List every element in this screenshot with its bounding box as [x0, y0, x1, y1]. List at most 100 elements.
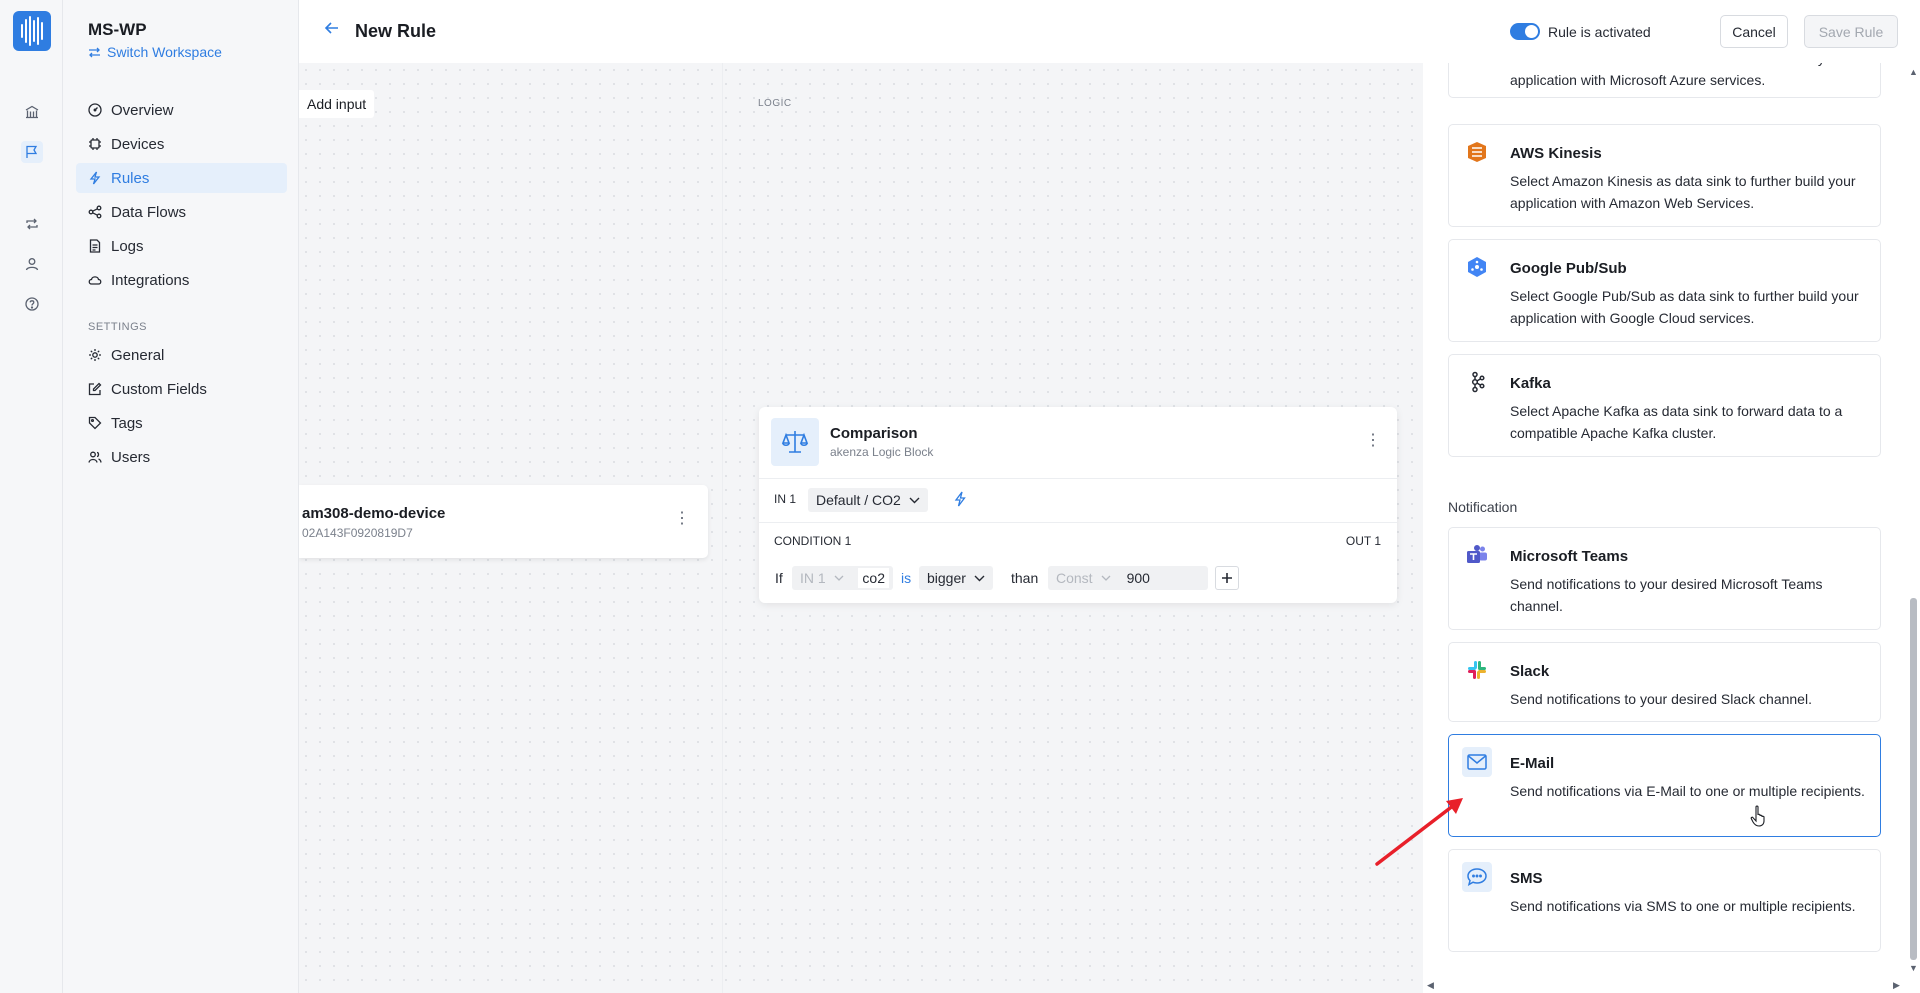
aws-kinesis-icon: [1462, 137, 1492, 167]
sidebar-item-rules[interactable]: Rules: [76, 163, 287, 193]
operator-select[interactable]: bigger: [919, 566, 993, 590]
operand-select[interactable]: IN 1 co2: [792, 566, 893, 590]
document-icon: [89, 239, 101, 253]
google-pubsub-card[interactable]: Google Pub/Sub Select Google Pub/Sub as …: [1448, 239, 1881, 342]
scroll-down-icon[interactable]: ▼: [1909, 963, 1918, 973]
sidebar-item-tags[interactable]: Tags: [76, 408, 287, 438]
const-select[interactable]: Const 900: [1048, 566, 1208, 590]
integration-description: Send notifications via E-Mail to one or …: [1510, 783, 1865, 799]
divider: [759, 522, 1397, 523]
scroll-up-icon[interactable]: ▲: [1909, 67, 1918, 77]
sidebar-item-label: Logs: [111, 237, 144, 255]
back-arrow-icon[interactable]: [324, 20, 340, 40]
cloud-icon: [88, 276, 102, 285]
aws-kinesis-card[interactable]: AWS Kinesis Select Amazon Kinesis as dat…: [1448, 124, 1881, 227]
sidebar-item-label: Data Flows: [111, 203, 187, 221]
add-condition-button[interactable]: [1215, 566, 1239, 590]
sidebar-item-users[interactable]: Users: [76, 442, 287, 472]
page-title: New Rule: [355, 21, 437, 41]
chevron-down-icon: [909, 497, 920, 503]
integration-description: Send notifications to your desired Slack…: [1510, 691, 1812, 707]
sidebar-item-label: Custom Fields: [111, 380, 207, 398]
save-rule-button[interactable]: Save Rule: [1804, 15, 1898, 48]
const-type: Const: [1056, 570, 1093, 586]
integration-title: Kafka: [1510, 375, 1551, 392]
operator-value: bigger: [927, 570, 966, 586]
lightning-icon[interactable]: [954, 491, 966, 511]
if-label: If: [775, 570, 783, 586]
sidebar-item-label: Integrations: [111, 271, 190, 289]
sidebar-item-overview[interactable]: Overview: [76, 95, 287, 125]
scroll-right-icon[interactable]: ▶: [1893, 980, 1900, 991]
sidebar-item-integrations[interactable]: Integrations: [76, 265, 287, 295]
than-label: than: [1011, 570, 1039, 586]
kafka-icon: [1462, 367, 1492, 397]
azure-iot-hub-card[interactable]: Select Azure IoT Hub as data sink to fur…: [1448, 63, 1881, 98]
gauge-icon: [88, 103, 102, 117]
integration-title: Slack: [1510, 663, 1550, 680]
const-value[interactable]: 900: [1119, 568, 1158, 588]
kafka-card[interactable]: Kafka Select Apache Kafka as data sink t…: [1448, 354, 1881, 457]
condition-label: CONDITION 1: [774, 534, 852, 548]
google-pubsub-icon: [1462, 252, 1492, 282]
chip-icon: [89, 138, 101, 150]
sidebar-item-general[interactable]: General: [76, 340, 287, 370]
device-name: am308-demo-device: [302, 505, 446, 522]
sidebar-item-devices[interactable]: Devices: [76, 129, 287, 159]
help-icon[interactable]: [21, 293, 43, 315]
user-icon[interactable]: [21, 253, 43, 275]
microsoft-teams-card[interactable]: Microsoft Teams Send notifications to yo…: [1448, 527, 1881, 630]
in1-label: IN 1: [774, 492, 797, 506]
chevron-down-icon: [1101, 575, 1111, 581]
workspace-name: MS-WP: [88, 20, 147, 39]
integration-description: Select Google Pub/Sub as data sink to fu…: [1510, 288, 1859, 326]
integration-title: Microsoft Teams: [1510, 548, 1629, 565]
comparison-menu-icon[interactable]: ⋮: [1365, 433, 1381, 449]
slack-card[interactable]: Slack Send notifications to your desired…: [1448, 642, 1881, 722]
divider: [759, 478, 1397, 479]
scroll-left-icon[interactable]: ◀: [1427, 980, 1434, 991]
scrollbar-thumb[interactable]: [1910, 598, 1917, 960]
is-label: is: [901, 570, 912, 586]
device-id: 02A143F0920819D7: [302, 526, 413, 540]
comparison-logic-block[interactable]: Comparison akenza Logic Block ⋮ IN 1 Def…: [759, 407, 1397, 603]
comparison-subtitle: akenza Logic Block: [830, 445, 934, 459]
home-icon[interactable]: [21, 101, 43, 123]
operand-source: IN 1: [800, 570, 826, 586]
rule-active-label: Rule is activated: [1548, 24, 1651, 40]
mail-icon: [1462, 747, 1492, 777]
sidebar-item-label: Tags: [111, 414, 143, 432]
switch-icon: [89, 47, 100, 57]
edit-icon: [88, 382, 102, 396]
device-menu-icon[interactable]: ⋮: [674, 511, 690, 527]
sidebar-item-custom-fields[interactable]: Custom Fields: [76, 374, 287, 404]
repeat-icon[interactable]: [21, 213, 43, 235]
flag-icon[interactable]: [21, 141, 43, 163]
integration-description: Select Apache Kafka as data sink to forw…: [1510, 403, 1843, 441]
input-select-value: Default / CO2: [816, 492, 901, 508]
device-input-card[interactable]: am308-demo-device 02A143F0920819D7 ⋮: [299, 485, 708, 558]
rule-canvas[interactable]: Add input LOGIC am308-demo-device 02A143…: [299, 63, 1423, 993]
input-select[interactable]: Default / CO2: [808, 488, 928, 512]
cancel-button[interactable]: Cancel: [1720, 15, 1788, 48]
hand-cursor-icon: [1750, 805, 1765, 827]
switch-workspace-link[interactable]: Switch Workspace: [88, 44, 222, 60]
sidebar-item-label: Rules: [111, 169, 150, 187]
add-input-button[interactable]: Add input: [299, 90, 375, 118]
notification-section-header: Notification: [1448, 499, 1518, 515]
operand-field: co2: [858, 568, 889, 588]
integration-title: Google Pub/Sub: [1510, 260, 1627, 277]
share-icon: [88, 205, 102, 219]
icon-rail: [0, 0, 63, 993]
chevron-down-icon: [974, 575, 985, 581]
email-card[interactable]: E-Mail Send notifications via E-Mail to …: [1448, 734, 1881, 837]
sidebar-item-data-flows[interactable]: Data Flows: [76, 197, 287, 227]
column-divider: [722, 63, 723, 993]
akenza-logo-icon[interactable]: [13, 11, 51, 51]
scale-icon: [771, 418, 819, 466]
chat-icon: [1462, 862, 1492, 892]
sms-card[interactable]: SMS Send notifications via SMS to one or…: [1448, 849, 1881, 952]
rule-active-toggle[interactable]: [1510, 23, 1540, 40]
sidebar-item-label: Overview: [111, 101, 174, 119]
sidebar-item-logs[interactable]: Logs: [76, 231, 287, 261]
